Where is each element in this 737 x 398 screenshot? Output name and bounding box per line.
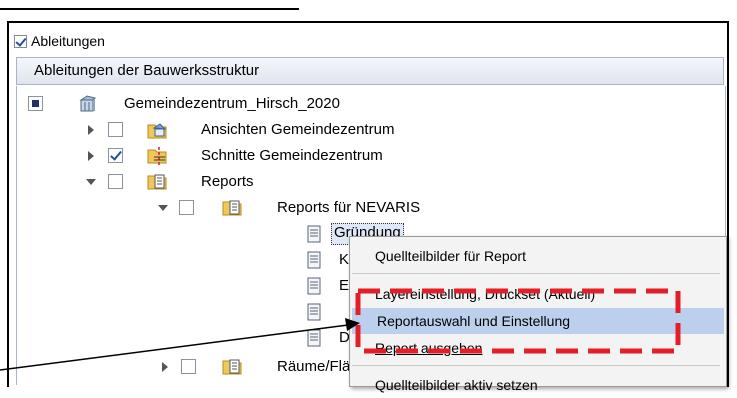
annotation-pointer-arrow (0, 318, 360, 371)
